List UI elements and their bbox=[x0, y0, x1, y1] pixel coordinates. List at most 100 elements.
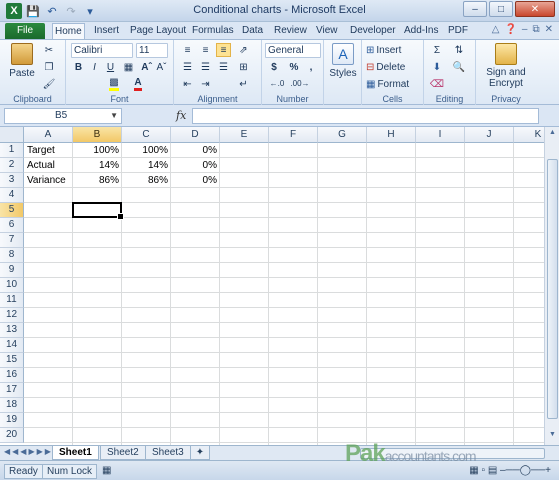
row-header-9[interactable]: 9 bbox=[0, 263, 24, 278]
copy-icon[interactable]: ❐ bbox=[42, 61, 56, 74]
styles-button[interactable]: A Styles bbox=[329, 43, 357, 79]
help-icon[interactable]: ❓ bbox=[504, 24, 516, 35]
cell-d2[interactable]: 0% bbox=[171, 158, 220, 173]
format-cells-button[interactable]: ▦ Format bbox=[366, 77, 409, 91]
cell-c1[interactable]: 100% bbox=[122, 143, 171, 158]
fill-icon[interactable]: ⬇ bbox=[429, 60, 445, 74]
cell-a1[interactable]: Target bbox=[24, 143, 73, 158]
column-header-j[interactable]: J bbox=[465, 127, 514, 143]
sheet-tab-sheet2[interactable]: Sheet2 bbox=[100, 446, 146, 460]
select-all-corner[interactable] bbox=[0, 127, 24, 143]
bold-button[interactable]: B bbox=[72, 61, 85, 74]
column-header-d[interactable]: D bbox=[171, 127, 220, 143]
find-select-icon[interactable]: 🔍 bbox=[450, 60, 468, 74]
row-header-19[interactable]: 19 bbox=[0, 413, 24, 428]
tab-data[interactable]: Data bbox=[240, 23, 265, 39]
row-header-1[interactable]: 1 bbox=[0, 143, 24, 158]
increase-indent-icon[interactable]: ⇥ bbox=[198, 77, 213, 91]
comma-button[interactable]: , bbox=[304, 61, 318, 74]
align-left-icon[interactable]: ☰ bbox=[180, 60, 195, 74]
tab-review[interactable]: Review bbox=[272, 23, 309, 39]
cell-a3[interactable]: Variance bbox=[24, 173, 73, 188]
name-box-dropdown-icon[interactable]: ▼ bbox=[110, 109, 118, 123]
font-size-combo[interactable]: 11 bbox=[136, 43, 168, 58]
sheet-tab-sheet3[interactable]: Sheet3 bbox=[145, 446, 191, 460]
row-header-2[interactable]: 2 bbox=[0, 158, 24, 173]
tab-add-ins[interactable]: Add-Ins bbox=[402, 23, 440, 39]
cell-d1[interactable]: 0% bbox=[171, 143, 220, 158]
tab-page-layout[interactable]: Page Layout bbox=[128, 23, 188, 39]
sign-encrypt-button[interactable]: Sign and Encrypt bbox=[480, 43, 532, 89]
column-header-i[interactable]: I bbox=[416, 127, 465, 143]
number-format-combo[interactable]: General bbox=[265, 43, 321, 58]
collapse-ribbon-icon[interactable]: △ bbox=[492, 24, 500, 35]
align-bottom-icon[interactable]: ≡ bbox=[216, 43, 231, 57]
insert-function-button[interactable]: fx bbox=[176, 109, 186, 122]
cut-icon[interactable]: ✂ bbox=[42, 44, 56, 57]
row-header-17[interactable]: 17 bbox=[0, 383, 24, 398]
borders-icon[interactable]: ▦ bbox=[122, 61, 135, 74]
row-header-18[interactable]: 18 bbox=[0, 398, 24, 413]
row-header-5[interactable]: 5 bbox=[0, 203, 24, 218]
row-header-14[interactable]: 14 bbox=[0, 338, 24, 353]
decrease-indent-icon[interactable]: ⇤ bbox=[180, 77, 195, 91]
font-name-combo[interactable]: Calibri bbox=[71, 43, 133, 58]
doc-close-icon[interactable]: ✕ bbox=[545, 24, 553, 35]
sheet-tab-sheet1[interactable]: Sheet1 bbox=[52, 446, 99, 460]
worksheet-grid[interactable]: ABCDEFGHIJK 1 2 3 4 5 6 7 8 9 10 11 12 13 14 15 16 17 18 1… bbox=[0, 127, 559, 445]
wrap-text-icon[interactable]: ↵ bbox=[236, 77, 251, 91]
cell-b2[interactable]: 14% bbox=[73, 158, 122, 173]
paste-button[interactable]: Paste bbox=[8, 43, 36, 79]
cell-b3[interactable]: 86% bbox=[73, 173, 122, 188]
sort-filter-icon[interactable]: ⇅ bbox=[450, 43, 468, 57]
column-header-b[interactable]: B bbox=[73, 127, 122, 143]
minimize-button[interactable]: – bbox=[463, 1, 487, 17]
column-header-f[interactable]: F bbox=[269, 127, 318, 143]
row-header-12[interactable]: 12 bbox=[0, 308, 24, 323]
currency-button[interactable]: $ bbox=[267, 61, 281, 74]
tab-developer[interactable]: Developer bbox=[348, 23, 398, 39]
active-cell-b5[interactable] bbox=[72, 202, 124, 220]
italic-button[interactable]: I bbox=[88, 61, 101, 74]
doc-minimize-icon[interactable]: – bbox=[522, 24, 528, 35]
insert-sheet-icon[interactable]: ✦ bbox=[190, 446, 210, 460]
decrease-decimal-icon[interactable]: .00→ bbox=[290, 77, 310, 90]
row-header-4[interactable]: 4 bbox=[0, 188, 24, 203]
column-header-g[interactable]: G bbox=[318, 127, 367, 143]
tab-file[interactable]: File bbox=[5, 23, 45, 39]
clear-icon[interactable]: ⌫ bbox=[429, 77, 445, 91]
row-header-8[interactable]: 8 bbox=[0, 248, 24, 263]
cell-c3[interactable]: 86% bbox=[122, 173, 171, 188]
increase-decimal-icon[interactable]: ←.0 bbox=[267, 77, 287, 90]
close-button[interactable]: ✕ bbox=[515, 1, 555, 17]
align-top-icon[interactable]: ≡ bbox=[180, 43, 195, 57]
merge-center-icon[interactable]: ⊞ bbox=[236, 60, 251, 74]
row-header-16[interactable]: 16 bbox=[0, 368, 24, 383]
cell-a2[interactable]: Actual bbox=[24, 158, 73, 173]
align-right-icon[interactable]: ☰ bbox=[216, 60, 231, 74]
align-middle-icon[interactable]: ≡ bbox=[198, 43, 213, 57]
vertical-scrollbar[interactable]: ▲ ▼ bbox=[544, 127, 559, 445]
insert-cells-button[interactable]: ⊞ Insert bbox=[366, 43, 401, 57]
scroll-down-icon[interactable]: ▼ bbox=[547, 431, 558, 443]
font-color-icon[interactable]: A bbox=[130, 77, 146, 91]
column-header-e[interactable]: E bbox=[220, 127, 269, 143]
row-header-15[interactable]: 15 bbox=[0, 353, 24, 368]
align-center-icon[interactable]: ☰ bbox=[198, 60, 213, 74]
row-header-6[interactable]: 6 bbox=[0, 218, 24, 233]
row-header-11[interactable]: 11 bbox=[0, 293, 24, 308]
row-header-7[interactable]: 7 bbox=[0, 233, 24, 248]
row-header-13[interactable]: 13 bbox=[0, 323, 24, 338]
underline-button[interactable]: U bbox=[104, 61, 117, 74]
fill-color-icon[interactable]: ▩ bbox=[106, 77, 122, 91]
tab-view[interactable]: View bbox=[314, 23, 340, 39]
column-header-c[interactable]: C bbox=[122, 127, 171, 143]
zoom-controls[interactable]: ▦ ▫ ▤ –──◯──+ bbox=[469, 465, 551, 476]
row-header-3[interactable]: 3 bbox=[0, 173, 24, 188]
tab-formulas[interactable]: Formulas bbox=[190, 23, 236, 39]
percent-button[interactable]: % bbox=[287, 61, 301, 74]
row-header-20[interactable]: 20 bbox=[0, 428, 24, 443]
column-header-h[interactable]: H bbox=[367, 127, 416, 143]
cell-c2[interactable]: 14% bbox=[122, 158, 171, 173]
cell-b1[interactable]: 100% bbox=[73, 143, 122, 158]
